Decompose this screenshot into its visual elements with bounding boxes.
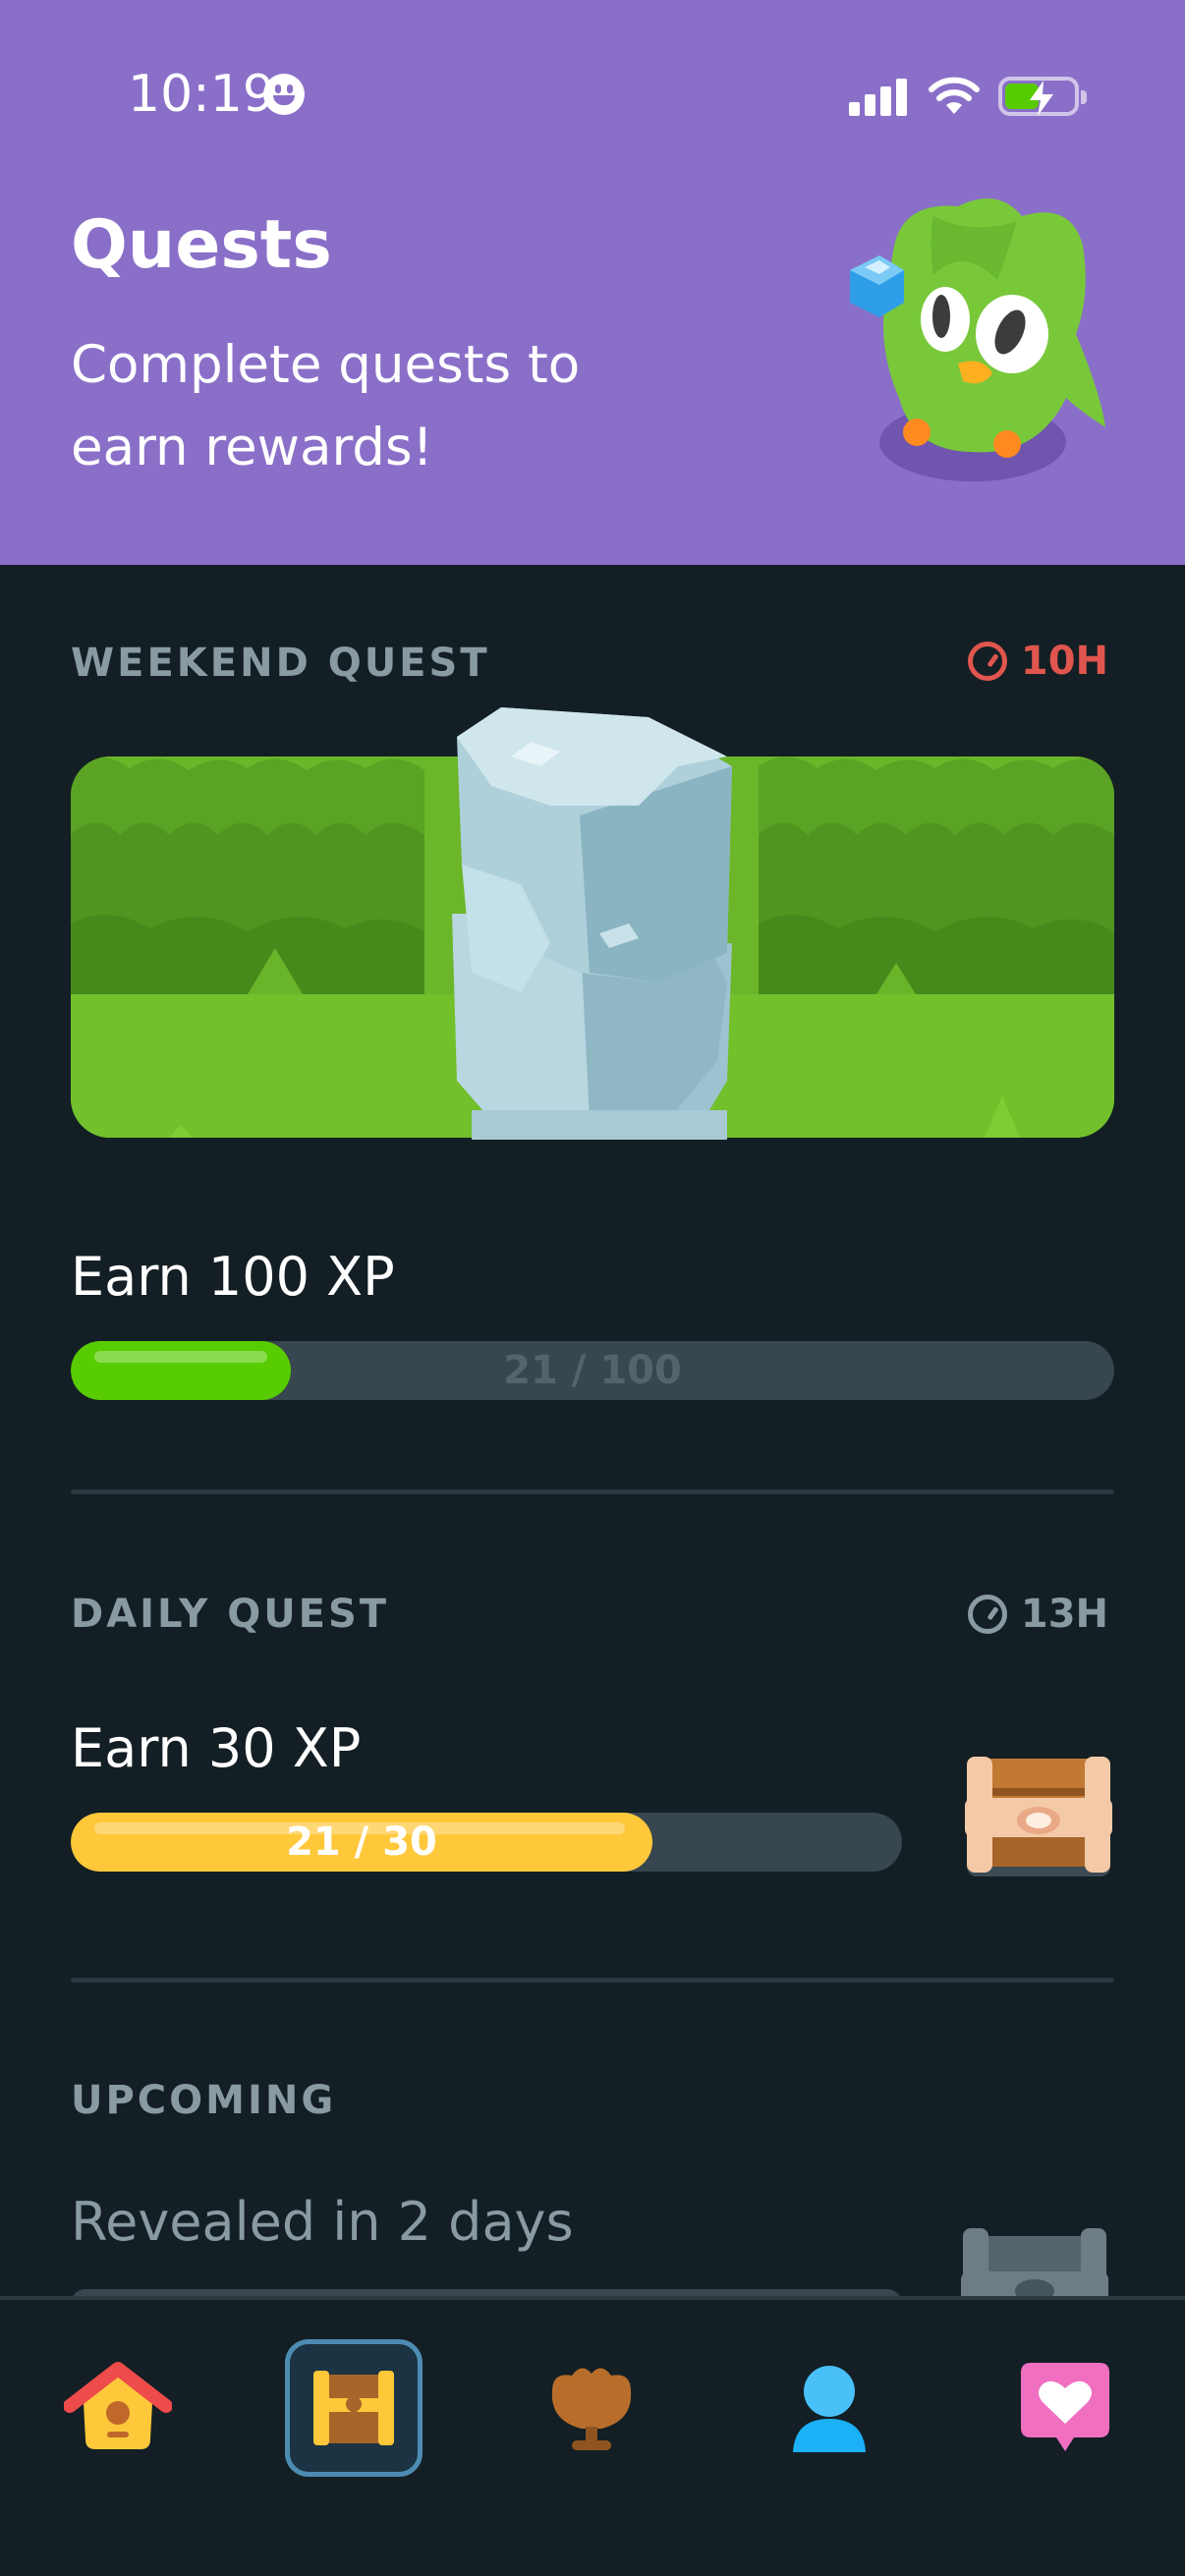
- quests-header: 10:19 Quests Complete quests to earn rew…: [0, 0, 1185, 565]
- timer-clock-icon: [967, 1595, 1007, 1634]
- nav-home[interactable]: [49, 2339, 187, 2477]
- nav-leaderboard[interactable]: [523, 2339, 660, 2477]
- weekend-quest-label: WEEKEND QUEST: [71, 641, 490, 686]
- status-time: 10:19: [128, 65, 275, 124]
- home-icon: [64, 2362, 172, 2449]
- page-title: Quests: [71, 206, 332, 284]
- daily-quest-progress-bar: 21 / 30: [71, 1813, 902, 1872]
- section-divider: [71, 1489, 1114, 1494]
- nav-quests[interactable]: [285, 2339, 423, 2477]
- upcoming-label: UPCOMING: [71, 2078, 337, 2123]
- page-subtitle: Complete quests to earn rewards!: [71, 335, 581, 477]
- nav-health[interactable]: [996, 2339, 1134, 2477]
- cellular-signal-icon: [849, 79, 908, 116]
- daily-quest-progress-text: 21 / 30: [286, 1820, 437, 1865]
- quests-chest-icon: [313, 2371, 394, 2445]
- daily-quest-title: Earn 30 XP: [71, 1717, 362, 1779]
- health-heart-icon: [1021, 2363, 1109, 2451]
- timer-clock-icon: [967, 642, 1007, 681]
- duo-owl-mascot-icon: [850, 198, 1105, 481]
- weekend-quest-title: Earn 100 XP: [71, 1246, 395, 1308]
- status-face-icon: [263, 74, 305, 115]
- profile-icon: [793, 2365, 866, 2452]
- weekend-quest-progress-text: 21 / 100: [503, 1348, 682, 1393]
- weekend-quest-progress-bar: 21 / 100: [71, 1341, 1114, 1400]
- daily-quest-label: DAILY QUEST: [71, 1592, 390, 1637]
- bottom-navigation: [0, 2296, 1185, 2576]
- daily-reward-chest-icon[interactable]: [965, 1749, 1112, 1876]
- section-divider: [71, 1978, 1114, 1983]
- daily-quest-timer: 13H: [967, 1592, 1108, 1637]
- upcoming-reveal-text: Revealed in 2 days: [71, 2191, 574, 2253]
- battery-icon: [998, 77, 1087, 116]
- nav-profile[interactable]: [761, 2339, 898, 2477]
- weekend-quest-timer: 10H: [967, 639, 1108, 684]
- statue-rock-icon: [452, 707, 732, 1140]
- wifi-icon: [929, 77, 980, 114]
- leaderboard-trophy-icon: [551, 2367, 632, 2450]
